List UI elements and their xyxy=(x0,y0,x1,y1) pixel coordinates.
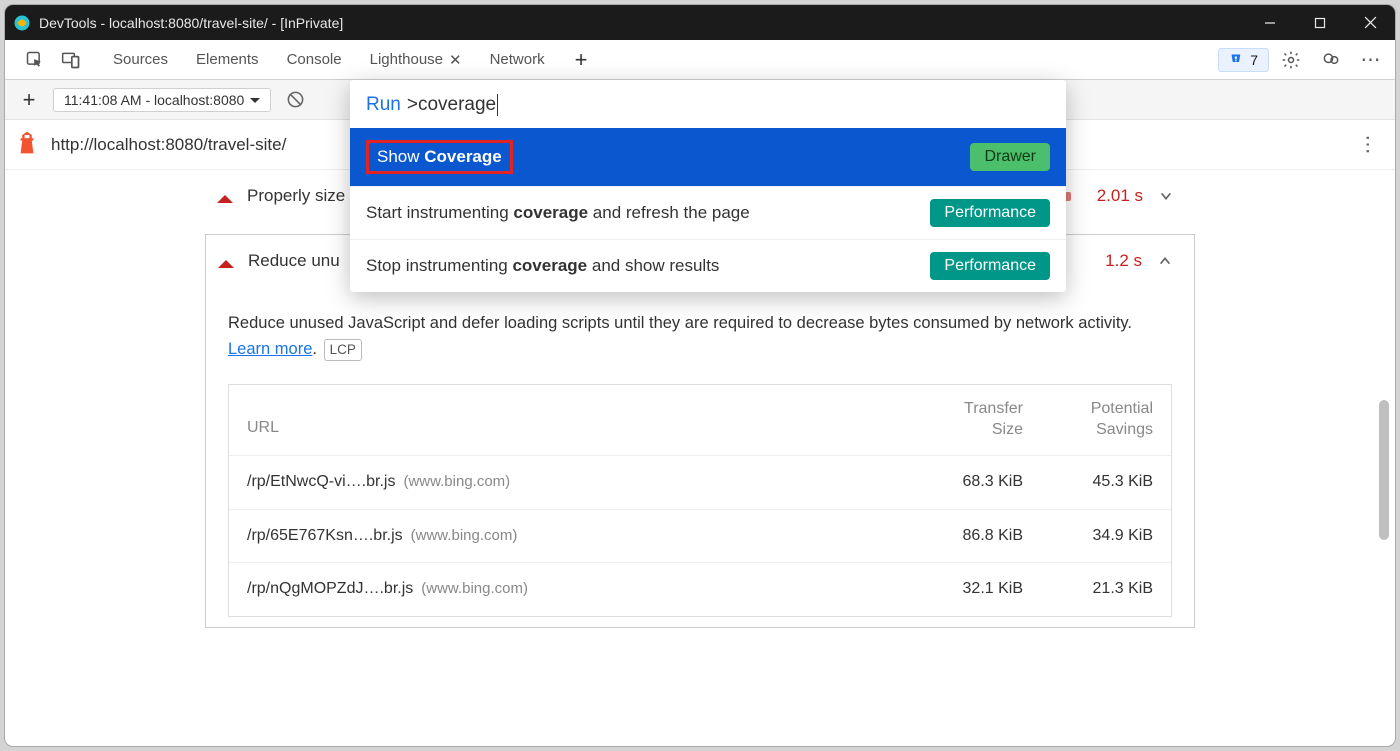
fail-triangle-icon xyxy=(217,187,233,203)
command-menu: Run >coverage Show Coverage Drawer Start… xyxy=(350,80,1066,292)
row-url: /rp/EtNwcQ-vi….br.js(www.bing.com) xyxy=(247,470,893,495)
window-minimize-button[interactable] xyxy=(1245,5,1295,40)
row-url: /rp/65E767Ksn….br.js(www.bing.com) xyxy=(247,524,893,549)
new-report-button[interactable]: + xyxy=(13,84,45,116)
titlebar: DevTools - localhost:8080/travel-site/ -… xyxy=(5,5,1395,40)
window-close-button[interactable] xyxy=(1345,5,1395,40)
command-item-stop-coverage[interactable]: Stop instrumenting coverage and show res… xyxy=(350,239,1066,292)
command-item-label: Show Coverage xyxy=(366,140,960,174)
col-url: URL xyxy=(247,416,893,441)
add-tab-button[interactable]: + xyxy=(559,49,604,71)
lcp-badge: LCP xyxy=(324,339,362,362)
tab-lighthouse[interactable]: Lighthouse✕ xyxy=(356,40,476,80)
devtools-window: DevTools - localhost:8080/travel-site/ -… xyxy=(5,5,1395,746)
devtools-toolbar: Sources Elements Console Lighthouse✕ Net… xyxy=(5,40,1395,80)
scrollbar-thumb[interactable] xyxy=(1379,400,1389,540)
inspect-element-icon[interactable] xyxy=(17,40,53,80)
panel-tabs: Sources Elements Console Lighthouse✕ Net… xyxy=(99,40,603,80)
badge-performance: Performance xyxy=(930,199,1050,227)
audit-body: Reduce unused JavaScript and defer loadi… xyxy=(206,287,1194,627)
row-ts: 86.8 KiB xyxy=(893,524,1023,549)
tab-console[interactable]: Console xyxy=(273,40,356,80)
tab-network[interactable]: Network xyxy=(476,40,559,80)
row-ps: 45.3 KiB xyxy=(1023,470,1153,495)
window-maximize-button[interactable] xyxy=(1295,5,1345,40)
command-item-show-coverage[interactable]: Show Coverage Drawer xyxy=(350,128,1066,186)
command-item-label: Start instrumenting coverage and refresh… xyxy=(366,203,920,223)
fail-triangle-icon xyxy=(218,252,234,268)
tab-sources[interactable]: Sources xyxy=(99,40,182,80)
command-input[interactable]: Run >coverage xyxy=(350,80,1066,128)
row-url: /rp/nQgMOPZdJ….br.js(www.bing.com) xyxy=(247,577,893,602)
learn-more-link[interactable]: Learn more xyxy=(228,340,312,358)
report-more-icon[interactable]: ⋯ xyxy=(1353,130,1383,160)
issues-count: 7 xyxy=(1250,52,1258,68)
command-item-start-coverage[interactable]: Start instrumenting coverage and refresh… xyxy=(350,186,1066,239)
scrollbar[interactable] xyxy=(1379,195,1389,715)
chevron-up-icon[interactable] xyxy=(1156,252,1174,270)
devtools-app-icon xyxy=(13,14,31,32)
feedback-icon[interactable] xyxy=(1313,50,1349,70)
command-query: >coverage xyxy=(407,94,498,116)
col-transfer-size: TransferSize xyxy=(893,399,1023,441)
report-selector[interactable]: 11:41:08 AM - localhost:8080 xyxy=(53,88,271,112)
col-potential-savings: PotentialSavings xyxy=(1023,399,1153,441)
unused-js-table: URL TransferSize PotentialSavings /rp/Et… xyxy=(228,384,1172,617)
issues-badge[interactable]: 7 xyxy=(1218,48,1269,72)
settings-icon[interactable] xyxy=(1273,50,1309,70)
close-tab-icon[interactable]: ✕ xyxy=(449,51,462,69)
badge-drawer: Drawer xyxy=(970,143,1050,171)
command-item-label: Stop instrumenting coverage and show res… xyxy=(366,256,920,276)
window-title: DevTools - localhost:8080/travel-site/ -… xyxy=(39,15,1245,31)
device-mode-icon[interactable] xyxy=(53,40,89,80)
tab-elements[interactable]: Elements xyxy=(182,40,273,80)
audit-description: Reduce unused JavaScript and defer loadi… xyxy=(228,314,1132,332)
command-prefix: Run xyxy=(366,94,401,116)
table-row[interactable]: /rp/EtNwcQ-vi….br.js(www.bing.com) 68.3 … xyxy=(229,455,1171,509)
audit-reduce-unused-js: Reduce unu 1.2 s Reduce unused JavaScrip… xyxy=(205,234,1195,628)
chevron-down-icon[interactable] xyxy=(1157,187,1175,205)
row-ps: 34.9 KiB xyxy=(1023,524,1153,549)
table-row[interactable]: /rp/65E767Ksn….br.js(www.bing.com) 86.8 … xyxy=(229,509,1171,563)
table-header: URL TransferSize PotentialSavings xyxy=(229,385,1171,455)
clear-reports-icon[interactable] xyxy=(279,90,311,109)
audit-time: 1.2 s xyxy=(1086,251,1142,271)
table-row[interactable]: /rp/nQgMOPZdJ….br.js(www.bing.com) 32.1 … xyxy=(229,562,1171,616)
row-ps: 21.3 KiB xyxy=(1023,577,1153,602)
row-ts: 32.1 KiB xyxy=(893,577,1023,602)
row-ts: 68.3 KiB xyxy=(893,470,1023,495)
audit-time: 2.01 s xyxy=(1087,186,1143,206)
lighthouse-icon xyxy=(17,131,41,158)
more-options-icon[interactable]: ⋯ xyxy=(1353,47,1389,72)
badge-performance: Performance xyxy=(930,252,1050,280)
